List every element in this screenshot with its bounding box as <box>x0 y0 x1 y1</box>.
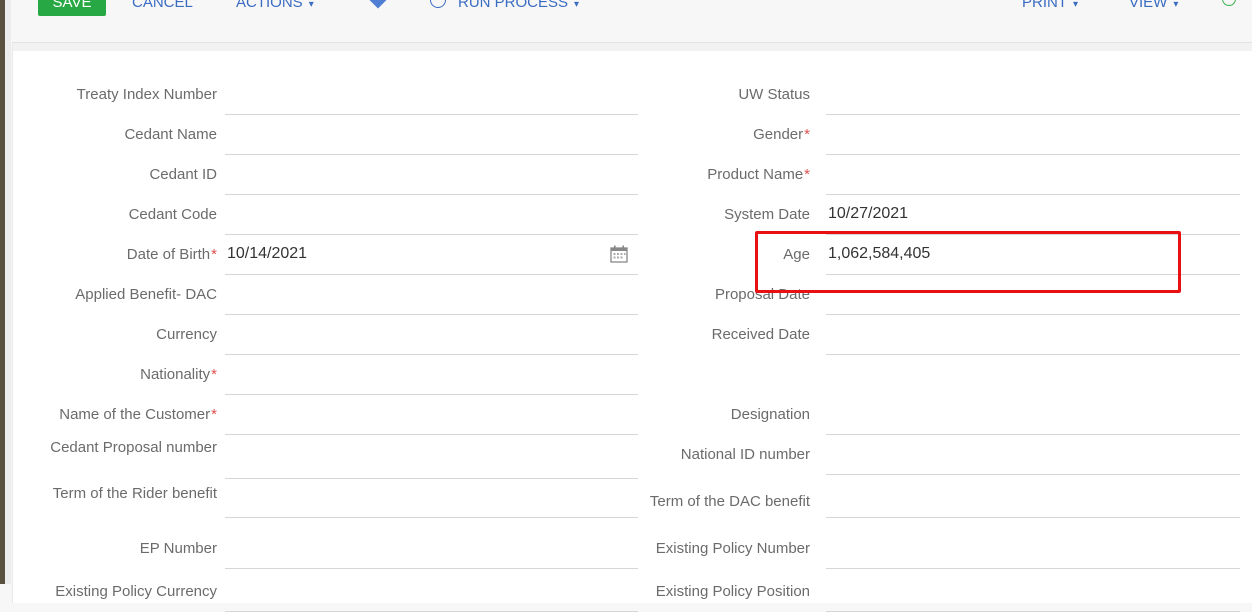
run-process-menu[interactable]: RUN PROCESS ▾ <box>458 0 579 16</box>
bookmark-icon[interactable] <box>369 0 387 9</box>
date-of-birth-label: Date of Birth* <box>27 244 217 266</box>
existing-policy-currency-label: Existing Policy Currency <box>27 581 217 603</box>
treaty-index-number-label: Treaty Index Number <box>27 84 217 106</box>
required-marker: * <box>211 246 217 263</box>
existing-policy-position-label-text: Existing Policy Position <box>655 583 810 600</box>
cedant-proposal-number-field[interactable] <box>225 439 638 479</box>
cedant-name-label-text: Cedant Name <box>124 126 217 143</box>
currency-field[interactable] <box>225 315 638 355</box>
cedant-id-label-text: Cedant ID <box>149 166 217 183</box>
cedant-id-field[interactable] <box>225 155 638 195</box>
date-of-birth-field[interactable]: 10/14/2021 <box>225 235 638 275</box>
existing-policy-currency-label-text: Existing Policy Currency <box>55 583 217 600</box>
chevron-down-icon: ▾ <box>1073 0 1079 10</box>
chevron-down-icon: ▾ <box>308 0 314 10</box>
name-of-the-customer-field[interactable] <box>225 395 638 435</box>
existing-policy-currency-field[interactable] <box>225 572 638 612</box>
cancel-label: CANCEL <box>132 0 193 11</box>
cedant-code-field[interactable] <box>225 195 638 235</box>
gender-field[interactable] <box>826 115 1240 155</box>
product-name-field[interactable] <box>826 155 1240 195</box>
required-marker: * <box>804 166 810 183</box>
term-of-the-dac-benefit-field[interactable] <box>826 478 1240 518</box>
national-id-number-label: National ID number <box>610 444 810 466</box>
national-id-number-label-text: National ID number <box>680 446 810 463</box>
uw-status-field[interactable] <box>826 75 1240 115</box>
date-of-birth-value: 10/14/2021 <box>227 245 308 262</box>
window-gutter <box>5 0 11 584</box>
existing-policy-number-field[interactable] <box>826 529 1240 569</box>
term-of-the-dac-benefit-label: Term of the DAC benefit <box>610 491 810 513</box>
applied-benefit-dac-label: Applied Benefit- DAC <box>27 284 217 306</box>
required-marker: * <box>211 406 217 423</box>
print-menu[interactable]: PRINT ▾ <box>1022 0 1078 16</box>
status-icon <box>1222 0 1236 6</box>
term-of-the-rider-benefit-label-text: Term of the Rider benefit <box>52 485 217 502</box>
applied-benefit-dac-field[interactable] <box>225 275 638 315</box>
existing-policy-position-field[interactable] <box>826 572 1240 612</box>
nationality-label: Nationality* <box>27 364 217 386</box>
name-of-the-customer-label-text: Name of the Customer <box>59 406 211 423</box>
uw-status-label-text: UW Status <box>738 86 810 103</box>
system-date-value: 10/27/2021 <box>828 205 909 222</box>
view-menu[interactable]: VIEW ▾ <box>1129 0 1178 16</box>
received-date-label-text: Received Date <box>711 326 810 343</box>
toolbar: SAVE CANCEL ACTIONS ▾ RUN PROCESS ▾ PRINT ▾… <box>11 0 1252 42</box>
currency-label: Currency <box>27 324 217 346</box>
actions-menu[interactable]: ACTIONS ▾ <box>236 0 314 16</box>
gender-label-text: Gender <box>753 126 804 143</box>
currency-label-text: Currency <box>156 326 217 343</box>
required-marker: * <box>211 366 217 383</box>
received-date-field[interactable] <box>826 315 1240 355</box>
designation-field[interactable] <box>826 395 1240 435</box>
product-name-label-text: Product Name <box>707 166 804 183</box>
run-process-icon <box>430 0 446 8</box>
designation-label-text: Designation <box>730 406 810 423</box>
cancel-button[interactable]: CANCEL <box>132 0 193 16</box>
cedant-proposal-number-label-text: Cedant Proposal number <box>50 439 217 456</box>
save-button[interactable]: SAVE <box>38 0 106 16</box>
cedant-code-label: Cedant Code <box>27 204 217 226</box>
actions-label: ACTIONS <box>236 0 303 11</box>
cedant-name-field[interactable] <box>225 115 638 155</box>
cedant-code-label-text: Cedant Code <box>128 206 217 223</box>
product-name-label: Product Name* <box>610 164 810 186</box>
print-label: PRINT <box>1022 0 1067 11</box>
ep-number-label: EP Number <box>27 538 217 560</box>
ep-number-label-text: EP Number <box>139 540 217 557</box>
existing-policy-number-label: Existing Policy Number <box>610 538 810 560</box>
gender-label: Gender* <box>610 124 810 146</box>
required-marker: * <box>804 126 810 143</box>
nationality-field[interactable] <box>225 355 638 395</box>
ep-number-field[interactable] <box>225 529 638 569</box>
nationality-label-text: Nationality <box>140 366 211 383</box>
run-process-label: RUN PROCESS <box>458 0 569 11</box>
national-id-number-field[interactable] <box>826 435 1240 475</box>
cedant-proposal-number-label: Cedant Proposal number <box>27 437 217 459</box>
view-label: VIEW <box>1129 0 1168 11</box>
received-date-label: Received Date <box>610 324 810 346</box>
age-highlight-box <box>755 231 1181 293</box>
existing-policy-number-label-text: Existing Policy Number <box>655 540 810 557</box>
term-of-the-dac-benefit-label-text: Term of the DAC benefit <box>649 493 810 510</box>
cedant-name-label: Cedant Name <box>27 124 217 146</box>
term-of-the-rider-benefit-label: Term of the Rider benefit <box>27 483 217 505</box>
chevron-down-icon: ▾ <box>1173 0 1179 10</box>
term-of-the-rider-benefit-field[interactable] <box>225 478 638 518</box>
treaty-index-number-label-text: Treaty Index Number <box>76 86 217 103</box>
chevron-down-icon: ▾ <box>574 0 580 10</box>
system-date-label-text: System Date <box>724 206 810 223</box>
uw-status-label: UW Status <box>610 84 810 106</box>
designation-label: Designation <box>610 404 810 426</box>
system-date-field[interactable]: 10/27/2021 <box>826 195 1240 235</box>
existing-policy-position-label: Existing Policy Position <box>610 581 810 603</box>
cedant-id-label: Cedant ID <box>27 164 217 186</box>
date-of-birth-label-text: Date of Birth <box>126 246 211 263</box>
panel-header-strip <box>13 43 1252 51</box>
name-of-the-customer-label: Name of the Customer* <box>27 404 217 426</box>
treaty-index-number-field[interactable] <box>225 75 638 115</box>
applied-benefit-dac-label-text: Applied Benefit- DAC <box>75 286 217 303</box>
system-date-label: System Date <box>610 204 810 226</box>
